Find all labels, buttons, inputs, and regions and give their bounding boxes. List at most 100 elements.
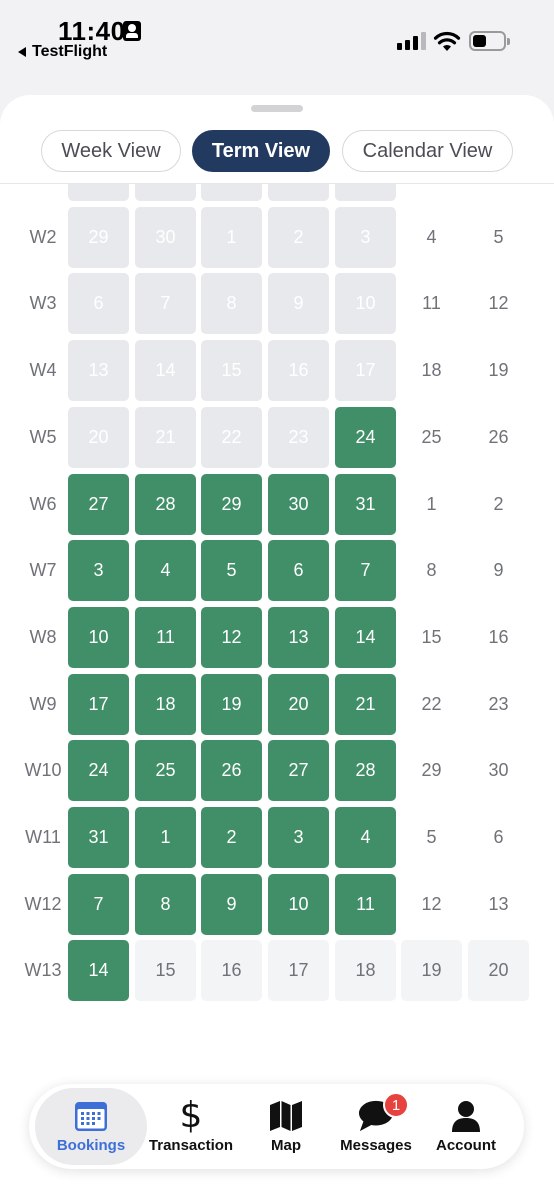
day-cell: 29 — [421, 760, 442, 781]
booked-day-cell[interactable]: 1 — [135, 807, 196, 868]
back-to-testflight-link[interactable]: TestFlight — [18, 43, 107, 61]
booked-day-cell[interactable]: 7 — [68, 873, 129, 935]
booked-day-cell[interactable]: 30 — [268, 473, 329, 535]
day-cell[interactable]: 17 — [268, 940, 329, 1002]
booked-day-cell[interactable]: 13 — [268, 606, 329, 668]
booked-day-cell[interactable]: 31 — [68, 807, 129, 868]
day-cell: 18 — [421, 360, 442, 381]
booked-day-cell[interactable]: 20 — [268, 673, 329, 735]
week-label: W2 — [29, 226, 57, 247]
week-row: W5 20 21 22 23 24 25 26 — [0, 406, 554, 468]
booked-day-cell[interactable]: 18 — [135, 673, 196, 735]
booked-day-cell[interactable]: 11 — [135, 606, 196, 668]
day-cell[interactable]: 19 — [401, 940, 462, 1002]
booked-day-cell[interactable]: 24 — [335, 406, 396, 468]
cellular-signal-icon — [397, 32, 426, 50]
day-cell: 2 — [493, 493, 504, 514]
booked-day-cell[interactable]: 5 — [201, 540, 262, 602]
week-label: W3 — [29, 293, 57, 314]
day-cell: 1 — [426, 493, 437, 514]
term-calendar-grid: W2 29 30 1 2 3 4 5 W3 6 7 8 9 10 11 12 W4 13 14 15 16 17 18 19 W… — [0, 184, 554, 1094]
nav-bookings-label: Bookings — [56, 1137, 126, 1154]
tab-calendar-view[interactable]: Calendar View — [342, 130, 513, 172]
day-cell — [135, 184, 196, 201]
booked-day-cell[interactable]: 24 — [68, 740, 129, 802]
day-cell: 8 — [201, 273, 262, 335]
week-label: W12 — [24, 893, 62, 914]
day-cell[interactable]: 16 — [201, 940, 262, 1002]
tab-term-view[interactable]: Term View — [192, 130, 330, 172]
nav-bookings[interactable]: Bookings — [35, 1088, 147, 1165]
chat-bubble-icon: 1 — [358, 1092, 409, 1133]
booked-day-cell[interactable]: 27 — [268, 740, 329, 802]
back-link-label: TestFlight — [32, 43, 108, 60]
booked-day-cell[interactable]: 11 — [335, 873, 396, 935]
nav-transaction[interactable]: $ Transaction — [145, 1088, 237, 1165]
day-cell: 30 — [488, 760, 509, 781]
tab-week-view[interactable]: Week View — [41, 130, 181, 172]
week-row: W10 24 25 26 27 28 29 30 — [0, 740, 554, 802]
view-mode-tabs: Week View Term View Calendar View — [41, 130, 513, 172]
day-cell[interactable]: 18 — [335, 940, 396, 1002]
booked-day-cell[interactable]: 28 — [335, 740, 396, 802]
booked-day-cell[interactable]: 14 — [68, 940, 129, 1002]
status-bar: 11:40 TestFlight — [0, 0, 554, 92]
day-cell: 5 — [493, 226, 504, 247]
contact-card-icon — [123, 21, 141, 41]
nav-messages[interactable]: 1 Messages — [335, 1088, 417, 1165]
booked-day-cell[interactable]: 28 — [135, 473, 196, 535]
day-cell — [401, 184, 462, 201]
sheet-grabber[interactable] — [251, 105, 303, 112]
week-row: W3 6 7 8 9 10 11 12 — [0, 273, 554, 335]
day-cell: 30 — [135, 206, 196, 268]
week-row: W9 17 18 19 20 21 22 23 — [0, 673, 554, 735]
day-cell: 21 — [135, 406, 196, 468]
booked-day-cell[interactable]: 19 — [201, 673, 262, 735]
app-screen: 11:40 TestFlight Week View Term View Cal… — [0, 0, 554, 1200]
day-cell: 5 — [426, 827, 437, 847]
week-row — [0, 184, 554, 201]
nav-map[interactable]: Map — [251, 1088, 321, 1165]
day-cell: 23 — [268, 406, 329, 468]
week-label: W11 — [25, 827, 61, 847]
day-cell — [268, 184, 329, 201]
booked-day-cell[interactable]: 14 — [335, 606, 396, 668]
day-cell: 7 — [135, 273, 196, 335]
day-cell: 25 — [421, 426, 442, 447]
day-cell[interactable]: 15 — [135, 940, 196, 1002]
booked-day-cell[interactable]: 29 — [201, 473, 262, 535]
nav-transaction-label: Transaction — [148, 1137, 234, 1154]
booked-day-cell[interactable]: 26 — [201, 740, 262, 802]
booked-day-cell[interactable]: 9 — [201, 873, 262, 935]
week-row: W2 29 30 1 2 3 4 5 — [0, 206, 554, 268]
booked-day-cell[interactable]: 4 — [335, 807, 396, 868]
booked-day-cell[interactable]: 8 — [135, 873, 196, 935]
booked-day-cell[interactable]: 25 — [135, 740, 196, 802]
day-cell: 1 — [201, 206, 262, 268]
week-row: W6 27 28 29 30 31 1 2 — [0, 473, 554, 535]
booked-day-cell[interactable]: 10 — [68, 606, 129, 668]
booked-day-cell[interactable]: 7 — [335, 540, 396, 602]
booked-day-cell[interactable]: 3 — [268, 807, 329, 868]
nav-map-label: Map — [271, 1137, 301, 1154]
booked-day-cell[interactable]: 3 — [68, 540, 129, 602]
booked-day-cell[interactable]: 27 — [68, 473, 129, 535]
booked-day-cell[interactable]: 12 — [201, 606, 262, 668]
day-cell[interactable]: 20 — [468, 940, 529, 1002]
booked-day-cell[interactable]: 4 — [135, 540, 196, 602]
nav-account[interactable]: Account — [431, 1088, 501, 1165]
week-row: W13 14 15 16 17 18 19 20 — [0, 940, 554, 1002]
day-cell: 9 — [493, 560, 504, 581]
booked-day-cell[interactable]: 17 — [68, 673, 129, 735]
bottom-tab-bar: Bookings $ Transaction Map 1 Messages Ac… — [29, 1084, 524, 1169]
booked-day-cell[interactable]: 10 — [268, 873, 329, 935]
battery-icon — [469, 31, 510, 51]
booked-day-cell[interactable]: 2 — [201, 807, 262, 868]
booked-day-cell[interactable]: 6 — [268, 540, 329, 602]
day-cell: 16 — [268, 340, 329, 402]
week-row: W7 3 4 5 6 7 8 9 — [0, 540, 554, 602]
map-icon — [268, 1099, 304, 1133]
booked-day-cell[interactable]: 21 — [335, 673, 396, 735]
booked-day-cell[interactable]: 31 — [335, 473, 396, 535]
day-cell: 13 — [488, 893, 509, 914]
